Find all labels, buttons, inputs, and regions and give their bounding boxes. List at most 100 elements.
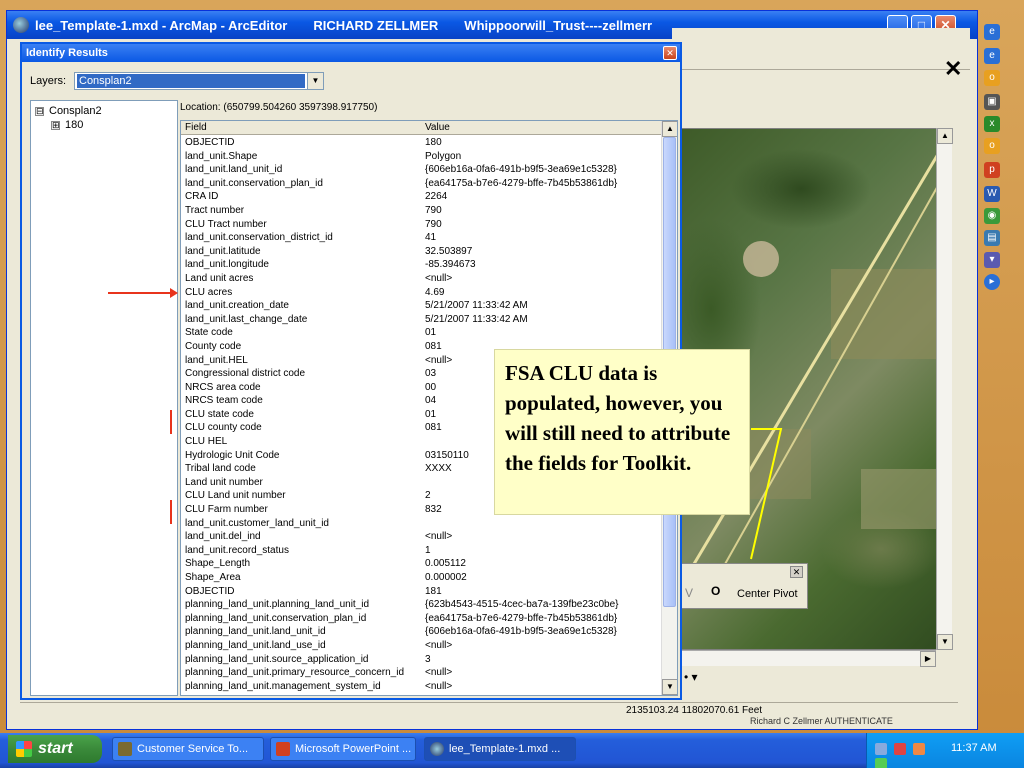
red-bar-marker [170, 500, 172, 524]
field-cell: planning_land_unit.land_use_id [185, 639, 326, 651]
close-icon[interactable]: ✕ [944, 56, 962, 82]
table-row[interactable]: land_unit.customer_land_unit_id [181, 517, 663, 531]
table-row[interactable]: land_unit.last_change_date 5/21/2007 11:3… [181, 313, 663, 327]
table-row[interactable]: CLU acres 4.69 [181, 286, 663, 300]
field-cell: Tract number [185, 204, 245, 216]
chevron-down-icon[interactable]: ▼ [307, 73, 323, 89]
field-cell: CLU acres [185, 286, 233, 298]
table-row[interactable]: planning_land_unit.land_unit_id {606eb16a… [181, 625, 663, 639]
layers-dropdown[interactable]: Consplan2 ▼ [74, 72, 324, 90]
ie-icon[interactable]: e [984, 24, 1000, 40]
center-pivot-button[interactable]: Center Pivot [737, 588, 798, 600]
table-row[interactable]: Shape_Length 0.005112 [181, 557, 663, 571]
close-icon[interactable]: ✕ [790, 566, 803, 578]
table-row[interactable]: Tract number 790 [181, 204, 663, 218]
table-row[interactable]: CRA ID 2264 [181, 190, 663, 204]
table-row[interactable]: land_unit.conservation_plan_id {ea64175a-… [181, 177, 663, 191]
field-cell: CLU Land unit number [185, 490, 286, 502]
app-icon[interactable]: ▾ [984, 252, 1000, 268]
clock: 11:37 AM [951, 742, 997, 754]
powerpoint-icon[interactable]: p [984, 162, 1000, 178]
table-row[interactable]: land_unit.longitude -85.394673 [181, 258, 663, 272]
value-cell: {606eb16a-0fa6-491b-b9f5-3ea69e1c5328} [425, 164, 617, 176]
value-cell: 04 [425, 395, 437, 407]
globe-icon[interactable]: ◉ [984, 208, 1000, 224]
tree-node-180[interactable]: ⊞ 180 [51, 119, 83, 131]
field-cell: land_unit.customer_land_unit_id [185, 517, 329, 529]
table-row[interactable]: OBJECTID 181 [181, 585, 663, 599]
tree-node-consplan2[interactable]: ⊟ Consplan2 [35, 105, 102, 117]
media-player-icon[interactable]: ▸ [984, 274, 1000, 290]
column-header-value[interactable]: Value [425, 122, 450, 133]
outlook-icon[interactable]: o [984, 70, 1000, 86]
draw-tool-dropdown[interactable]: • ▾ [684, 670, 734, 692]
antivirus-icon[interactable] [894, 743, 907, 755]
table-row[interactable]: planning_land_unit.planning_land_unit_id… [181, 598, 663, 612]
expand-icon[interactable]: ⊞ [51, 120, 60, 130]
scroll-down-icon[interactable]: ▼ [662, 679, 677, 695]
field-cell: planning_land_unit.source_application_id [185, 653, 369, 665]
field-cell: CLU HEL [185, 436, 228, 448]
table-row[interactable]: planning_land_unit.primary_resource_conc… [181, 666, 663, 680]
identify-titlebar[interactable]: Identify Results [22, 44, 680, 62]
app-icon[interactable]: ▣ [984, 94, 1000, 110]
field-cell: Land unit number [185, 476, 263, 488]
taskbar-item-arcmap[interactable]: lee_Template-1.mxd ... [424, 737, 576, 761]
table-row[interactable]: planning_land_unit.land_use_id <null> [181, 639, 663, 653]
update-icon[interactable] [875, 758, 887, 768]
outlook-icon[interactable]: o [984, 138, 1000, 154]
ie-icon[interactable]: e [984, 48, 1000, 64]
value-cell: XXXX [425, 463, 452, 475]
collapse-icon[interactable]: ⊟ [35, 106, 44, 116]
value-cell: <null> [425, 667, 453, 679]
value-cell: 2 [425, 490, 431, 502]
field-cell: Shape_Length [185, 558, 251, 570]
coordinate-readout: 2135103.24 11802070.61 Feet [626, 705, 763, 716]
map-horizontal-scrollbar[interactable]: ▶ [680, 650, 936, 667]
table-row[interactable]: land_unit.del_ind <null> [181, 530, 663, 544]
table-row[interactable]: OBJECTID 180 [181, 136, 663, 150]
pivot-o-button[interactable]: O [711, 584, 720, 598]
taskbar-item-powerpoint[interactable]: Microsoft PowerPoint ... [270, 737, 416, 761]
clearing [743, 241, 779, 277]
table-row[interactable]: State code 01 [181, 326, 663, 340]
pivot-v-button[interactable]: V [685, 586, 693, 600]
grid-header: Field Value [181, 121, 663, 135]
scroll-up-icon[interactable]: ▲ [662, 121, 677, 137]
excel-icon[interactable]: x [984, 116, 1000, 132]
table-row[interactable]: land_unit.land_unit_id {606eb16a-0fa6-491… [181, 163, 663, 177]
table-row[interactable]: Land unit acres <null> [181, 272, 663, 286]
close-icon[interactable]: ✕ [663, 46, 677, 60]
table-row[interactable]: land_unit.latitude 32.503897 [181, 245, 663, 259]
start-label: start [38, 740, 73, 757]
field-cell: land_unit.conservation_district_id [185, 232, 333, 244]
field-cell: State code [185, 327, 233, 339]
scroll-right-icon[interactable]: ▶ [920, 651, 936, 667]
table-row[interactable]: land_unit.Shape Polygon [181, 150, 663, 164]
scroll-up-icon[interactable]: ▲ [937, 128, 953, 144]
value-cell: 832 [425, 504, 442, 516]
security-icon[interactable] [913, 743, 926, 755]
scroll-down-icon[interactable]: ▼ [937, 634, 953, 650]
table-row[interactable]: Shape_Area 0.000002 [181, 571, 663, 585]
table-row[interactable]: land_unit.creation_date 5/21/2007 11:33:4… [181, 299, 663, 313]
table-row[interactable]: land_unit.record_status 1 [181, 544, 663, 558]
word-icon[interactable]: W [984, 186, 1000, 202]
value-cell: 4.69 [425, 286, 445, 298]
table-row[interactable]: land_unit.conservation_district_id 41 [181, 231, 663, 245]
column-header-field[interactable]: Field [185, 122, 207, 133]
value-cell: 180 [425, 137, 442, 148]
table-row[interactable]: planning_land_unit.management_system_id <… [181, 680, 663, 694]
app-icon[interactable]: ▤ [984, 230, 1000, 246]
map-vertical-scrollbar[interactable]: ▲ ▼ [936, 128, 953, 650]
field-cell: land_unit.creation_date [185, 300, 289, 312]
taskbar-item-customer-service[interactable]: Customer Service To... [112, 737, 264, 761]
layers-label: Layers: [30, 75, 67, 87]
table-row[interactable]: planning_land_unit.conservation_plan_id {… [181, 612, 663, 626]
start-button[interactable]: start [8, 735, 102, 763]
taskbar: start Customer Service To... Microsoft P… [0, 733, 1024, 768]
table-row[interactable]: planning_land_unit.source_application_id… [181, 653, 663, 667]
table-row[interactable]: CLU Tract number 790 [181, 218, 663, 232]
value-cell: 081 [425, 422, 442, 434]
network-icon[interactable] [875, 743, 887, 755]
